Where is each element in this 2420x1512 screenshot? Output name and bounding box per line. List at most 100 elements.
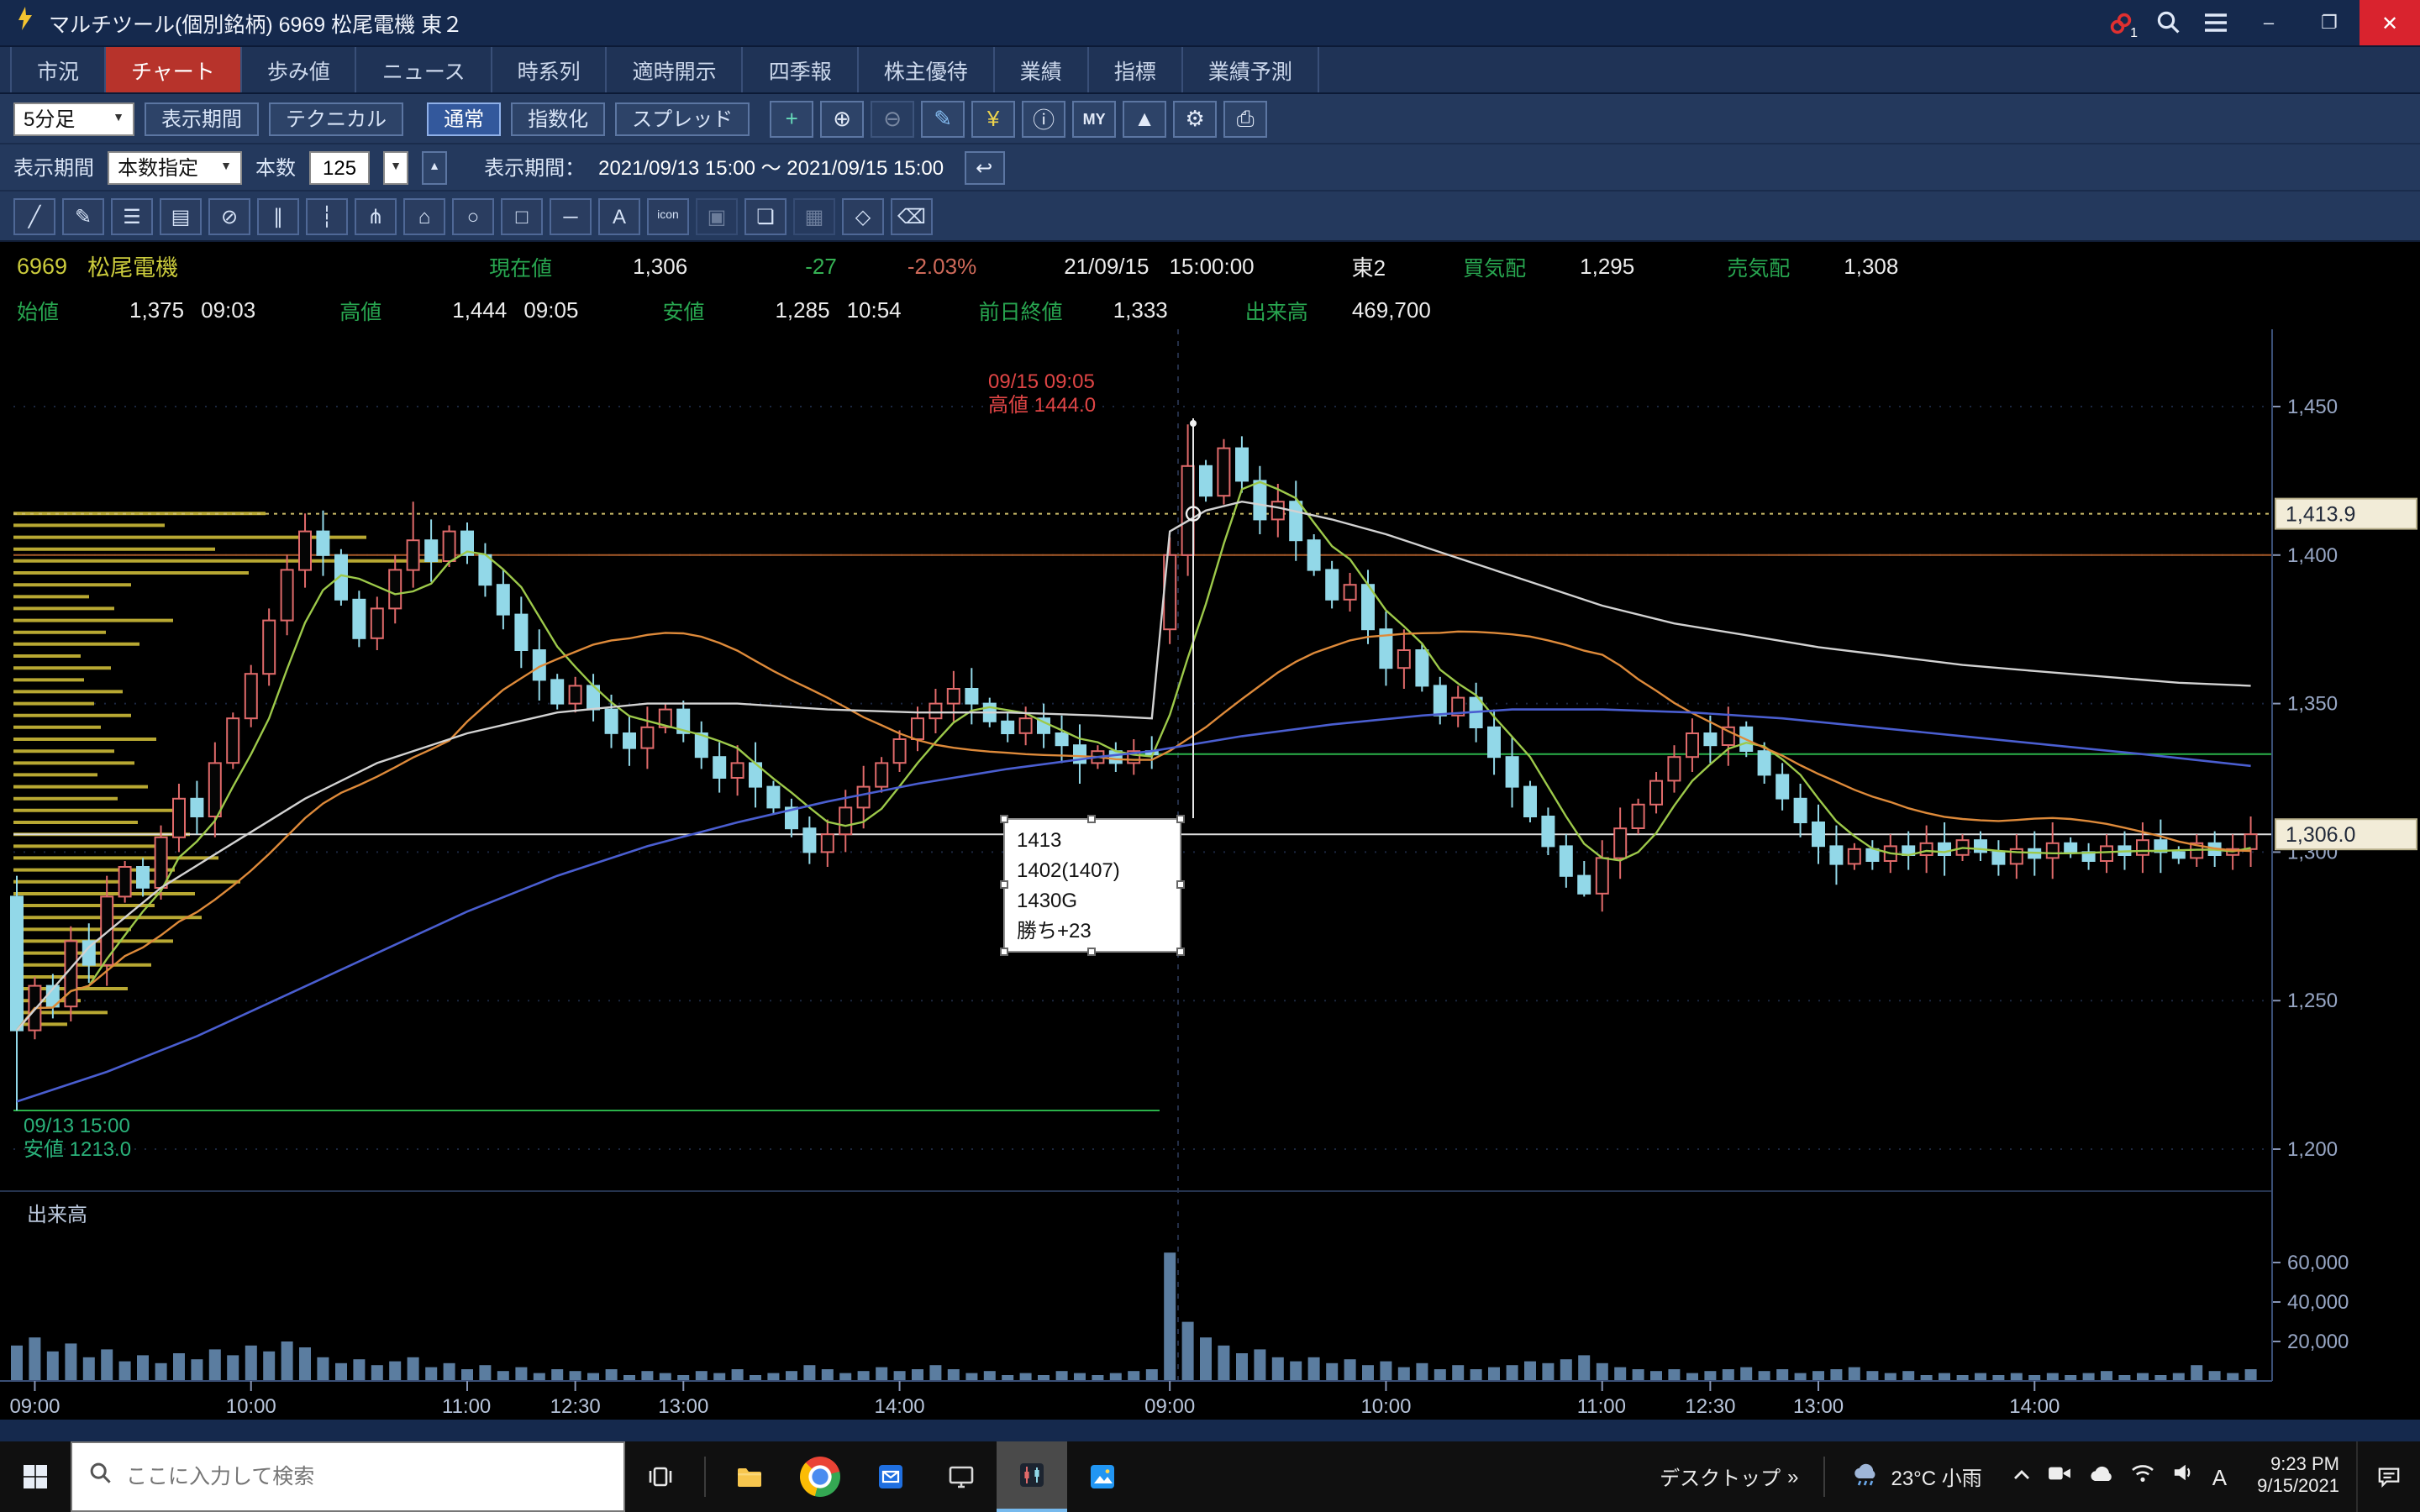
- candlestick-chart[interactable]: 1,4501,4001,3501,3001,2501,20060,00040,0…: [0, 329, 2420, 1420]
- resize-handle[interactable]: [1000, 815, 1008, 823]
- draw-horizontal-segment-icon[interactable]: ─: [550, 197, 592, 234]
- file-explorer-icon[interactable]: [714, 1441, 785, 1512]
- search-input[interactable]: [126, 1465, 563, 1488]
- draw-image-icon[interactable]: ▣: [696, 197, 738, 234]
- weather-widget[interactable]: 23°C 小雨: [1833, 1461, 1998, 1493]
- close-button[interactable]: ✕: [2360, 0, 2420, 45]
- draw-grid-lines-icon[interactable]: ▤: [160, 197, 202, 234]
- tab-shikiho[interactable]: 四季報: [744, 47, 859, 92]
- photos-app-icon[interactable]: [1067, 1441, 1138, 1512]
- draw-text-icon[interactable]: A: [598, 197, 640, 234]
- chrome-icon[interactable]: [785, 1441, 855, 1512]
- desktop-toolbar[interactable]: デスクトップ »: [1643, 1462, 1815, 1491]
- display-period-button[interactable]: 表示期間: [145, 102, 259, 135]
- resize-handle[interactable]: [1087, 948, 1096, 956]
- resize-handle[interactable]: [1176, 948, 1185, 956]
- tab-results[interactable]: 業績: [995, 47, 1089, 92]
- draw-copy-icon[interactable]: ❏: [744, 197, 786, 234]
- high-label: 高値: [339, 293, 381, 325]
- titlebar-search-icon[interactable]: [2144, 0, 2191, 45]
- count-mode-select[interactable]: 本数指定 ▼: [108, 150, 242, 184]
- technical-button[interactable]: テクニカル: [269, 102, 403, 135]
- meet-now-camera-icon[interactable]: [2048, 1462, 2073, 1492]
- draw-fibonacci-circle-icon[interactable]: ⊘: [208, 197, 250, 234]
- svg-text:40,000: 40,000: [2287, 1291, 2349, 1314]
- ime-indicator[interactable]: A: [2212, 1464, 2227, 1489]
- draw-paste-icon[interactable]: ▦: [793, 197, 835, 234]
- count-up-button[interactable]: ▲: [422, 150, 447, 184]
- svg-text:1,200: 1,200: [2287, 1138, 2338, 1161]
- count-dropdown-button[interactable]: ▼: [383, 150, 408, 184]
- draw-stamp-icon[interactable]: icon: [647, 197, 689, 234]
- wifi-icon[interactable]: [2130, 1462, 2157, 1492]
- restore-button[interactable]: ❐: [2299, 0, 2360, 45]
- tab-indicators[interactable]: 指標: [1089, 47, 1183, 92]
- screen-share-icon[interactable]: [926, 1441, 997, 1512]
- tab-news[interactable]: ニュース: [357, 47, 492, 92]
- draw-polygon-icon[interactable]: ⌂: [403, 197, 445, 234]
- tab-forecast[interactable]: 業績予測: [1183, 47, 1319, 92]
- mode-spread-button[interactable]: スプレッド: [615, 102, 750, 135]
- mode-normal-button[interactable]: 通常: [427, 102, 501, 135]
- svg-text:1,413.9: 1,413.9: [2286, 503, 2355, 527]
- trading-app-icon[interactable]: [997, 1441, 1067, 1512]
- draw-pitchfork-icon[interactable]: ⋔: [355, 197, 397, 234]
- chart-type-icon[interactable]: ▲: [1123, 100, 1166, 137]
- tab-timeseries[interactable]: 時系列: [492, 47, 608, 92]
- mode-index-button[interactable]: 指数化: [511, 102, 605, 135]
- chart-area[interactable]: 1,4501,4001,3501,3001,2501,20060,00040,0…: [0, 329, 2420, 1420]
- draw-vertical-lines-icon[interactable]: ┆: [306, 197, 348, 234]
- svg-text:12:30: 12:30: [1685, 1395, 1735, 1418]
- reload-icon[interactable]: ↩: [964, 150, 1004, 184]
- draw-eraser-icon[interactable]: ◇: [842, 197, 884, 234]
- resize-handle[interactable]: [1000, 948, 1008, 956]
- start-button[interactable]: [0, 1441, 71, 1512]
- period-bar: 表示期間 本数指定 ▼ 本数 125 ▼ ▲ 表示期間： 2021/09/13 …: [0, 144, 2420, 192]
- info-icon[interactable]: ⓘ: [1022, 100, 1065, 137]
- resize-handle[interactable]: [1176, 815, 1185, 823]
- draw-clear-all-icon[interactable]: ⌫: [891, 197, 933, 234]
- print-icon[interactable]: ⎙: [1223, 100, 1267, 137]
- yen-display-icon[interactable]: ¥: [971, 100, 1015, 137]
- onedrive-cloud-icon[interactable]: [2088, 1462, 2115, 1492]
- show-hidden-icons-icon[interactable]: [2012, 1462, 2033, 1492]
- draw-mode-pencil-icon[interactable]: ✎: [921, 100, 965, 137]
- mail-app-icon[interactable]: [855, 1441, 926, 1512]
- volume-icon[interactable]: [2172, 1462, 2197, 1492]
- chevron-expand-icon: »: [1787, 1465, 1798, 1488]
- draw-measure-icon[interactable]: ✎: [62, 197, 104, 234]
- draw-rectangle-icon[interactable]: □: [501, 197, 543, 234]
- stock-code: 6969: [17, 253, 67, 278]
- minimize-button[interactable]: –: [2238, 0, 2299, 45]
- draw-trendline-icon[interactable]: ╱: [13, 197, 55, 234]
- bar-count-input[interactable]: 125: [309, 150, 370, 184]
- zoom-out-icon[interactable]: ⊖: [871, 100, 914, 137]
- chart-note-tooltip[interactable]: 14131402(1407)1430G勝ち+23: [1003, 818, 1181, 953]
- system-tray: A: [1999, 1462, 2240, 1492]
- link-group-icon[interactable]: 1: [2097, 0, 2144, 45]
- draw-parallel-channel-icon[interactable]: ∥: [257, 197, 299, 234]
- resize-handle[interactable]: [1176, 880, 1185, 889]
- tab-market[interactable]: 市況: [10, 47, 106, 92]
- svg-text:1,450: 1,450: [2287, 396, 2338, 418]
- zoom-in-icon[interactable]: ⊕: [820, 100, 864, 137]
- draw-ellipse-icon[interactable]: ○: [452, 197, 494, 234]
- taskbar-search[interactable]: [71, 1441, 625, 1512]
- crosshair-icon[interactable]: +: [770, 100, 813, 137]
- interval-select[interactable]: 5分足 ▼: [13, 102, 134, 135]
- action-center-icon[interactable]: [2356, 1441, 2420, 1512]
- menu-icon[interactable]: [2191, 0, 2238, 45]
- resize-handle[interactable]: [1000, 880, 1008, 889]
- tab-chart[interactable]: チャート: [106, 47, 242, 92]
- tab-tick[interactable]: 歩み値: [242, 47, 357, 92]
- taskbar-divider: [704, 1457, 706, 1497]
- draw-horizontal-lines-icon[interactable]: ☰: [111, 197, 153, 234]
- resize-handle[interactable]: [1087, 815, 1096, 823]
- tab-yutai[interactable]: 株主優待: [859, 47, 995, 92]
- tab-disclosure[interactable]: 適時開示: [608, 47, 744, 92]
- settings-wrench-icon[interactable]: ⚙: [1173, 100, 1217, 137]
- high-annotation: 09/15 09:05 高値 1444.0: [988, 370, 1096, 417]
- my-indicator-icon[interactable]: MY: [1072, 100, 1116, 137]
- taskbar-clock[interactable]: 9:23 PM 9/15/2021: [2240, 1455, 2356, 1499]
- task-view-icon[interactable]: [625, 1441, 696, 1512]
